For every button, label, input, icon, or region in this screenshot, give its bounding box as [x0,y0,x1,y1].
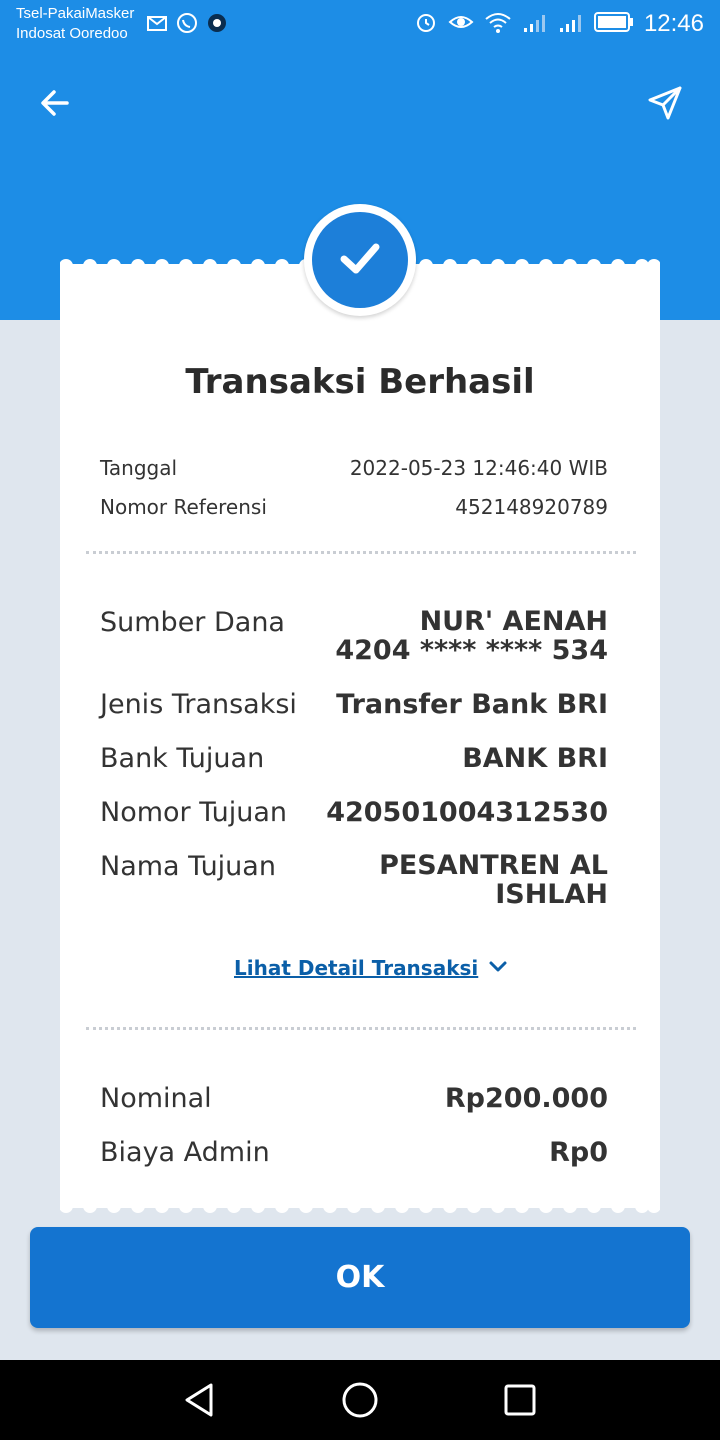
nominal-label: Nominal [100,1083,212,1114]
source-label: Sumber Dana [100,607,285,638]
destination-bank-row: Bank Tujuan BANK BRI [100,743,608,774]
destination-bank-value: BANK BRI [462,743,608,774]
recipient-value: PESANTREN AL ISHLAH [379,851,608,909]
recipient-row: Nama Tujuan PESANTREN AL ISHLAH [100,851,608,909]
navigation-bar [0,1360,720,1440]
nav-recents-button[interactable] [500,1380,540,1420]
recipient-label: Nama Tujuan [100,851,276,882]
page-title: Transaksi Berhasil [185,362,535,402]
reference-value: 452148920789 [455,495,608,519]
alarm-icon [414,10,438,38]
clock: 12:46 [643,10,704,37]
gmail-icon [146,12,168,34]
share-button[interactable] [640,80,690,130]
nominal-value: Rp200.000 [444,1083,608,1114]
destination-number-value: 420501004312530 [326,797,608,828]
back-button[interactable] [30,80,80,130]
view-details-link[interactable]: Lihat Detail Transaksi [234,956,508,980]
chevron-down-icon [488,959,508,978]
nav-home-button[interactable] [340,1380,380,1420]
wifi-icon [484,10,512,38]
receipt-card [60,266,660,1208]
ok-button[interactable]: OK [30,1227,690,1328]
carrier-info: Tsel-PakaiMasker Indosat Ooredoo [16,4,134,44]
signal-icon-2 [558,10,584,38]
destination-bank-label: Bank Tujuan [100,743,265,774]
admin-fee-row: Biaya Admin Rp0 [100,1137,608,1168]
send-icon [646,84,684,126]
transaction-type-value: Transfer Bank BRI [336,689,608,720]
reference-label: Nomor Referensi [100,495,267,519]
source-value: NUR' AENAH 4204 **** **** 534 [335,607,608,665]
triangle-back-icon [180,1383,220,1424]
admin-fee-value: Rp0 [549,1137,608,1168]
nav-back-button[interactable] [180,1380,220,1420]
admin-fee-label: Biaya Admin [100,1137,270,1168]
divider-2 [86,1027,636,1030]
date-label: Tanggal [100,456,178,480]
reference-row: Nomor Referensi 452148920789 [100,495,608,519]
status-bar: Tsel-PakaiMasker Indosat Ooredoo 12:46 [0,0,720,56]
recipient-line-1: PESANTREN AL [379,850,608,881]
destination-number-label: Nomor Tujuan [100,797,287,828]
whatsapp-icon [176,12,198,34]
circle-home-icon [340,1382,380,1424]
source-row: Sumber Dana NUR' AENAH 4204 **** **** 53… [100,607,608,665]
checkmark-icon [334,232,386,288]
date-value: 2022-05-23 12:46:40 WIB [349,456,608,480]
battery-icon [593,11,634,37]
signal-icon-1 [522,10,548,38]
eye-comfort-icon [448,10,474,38]
receipt-scallop-bottom [60,1202,660,1213]
source-account: 4204 **** **** 534 [335,635,608,666]
success-badge [304,204,416,316]
destination-number-row: Nomor Tujuan 420501004312530 [100,797,608,828]
transaction-type-row: Jenis Transaksi Transfer Bank BRI [100,689,608,720]
view-details-label: Lihat Detail Transaksi [234,956,479,980]
carrier-line-1: Tsel-PakaiMasker [16,5,135,22]
app-notification-icon [206,12,228,34]
divider-1 [86,551,636,554]
arrow-left-icon [37,85,73,125]
carrier-line-2: Indosat Ooredoo [16,25,128,42]
nominal-row: Nominal Rp200.000 [100,1083,608,1114]
transaction-type-label: Jenis Transaksi [100,689,297,720]
recipient-line-2: ISHLAH [495,879,608,910]
source-name: NUR' AENAH [419,606,608,637]
date-row: Tanggal 2022-05-23 12:46:40 WIB [100,456,608,480]
square-recents-icon [500,1384,540,1424]
